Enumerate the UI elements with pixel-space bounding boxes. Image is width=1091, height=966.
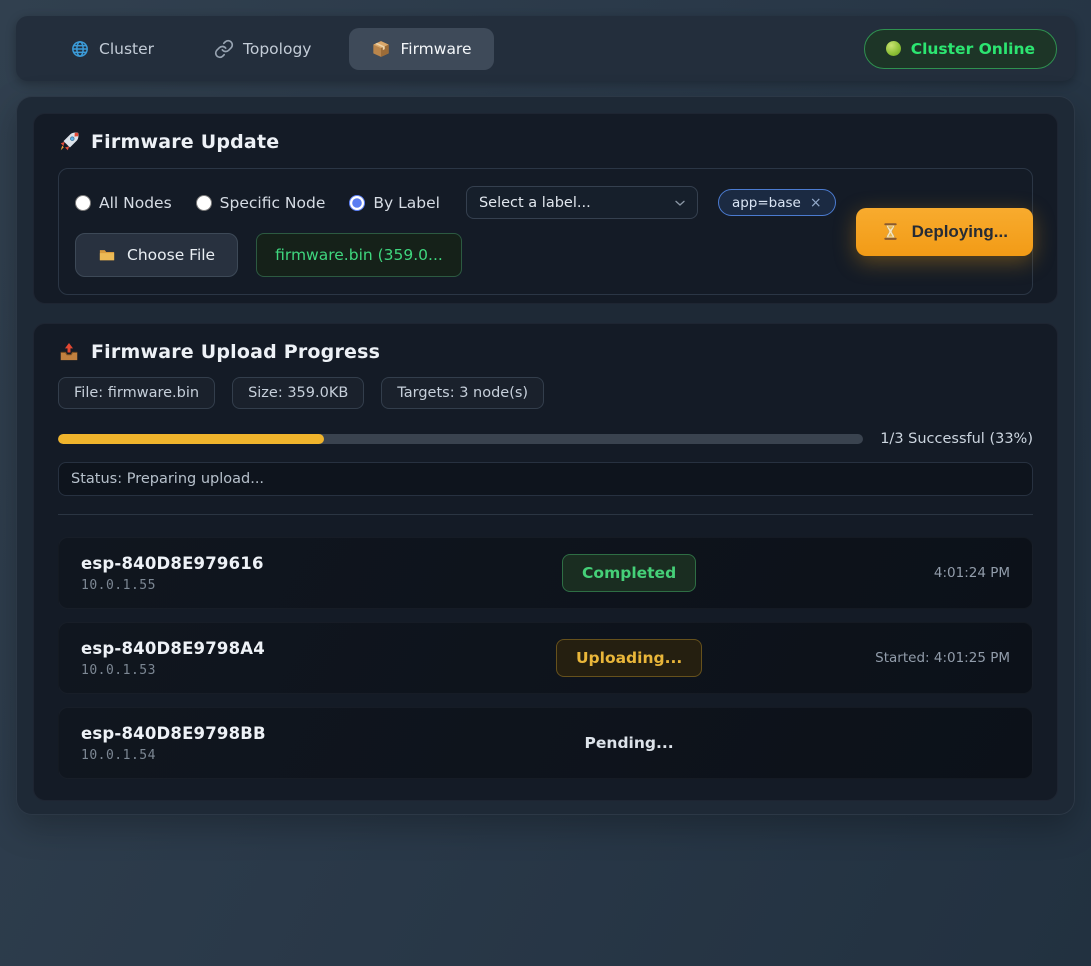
node-timestamp: Started: 4:01:25 PM	[806, 650, 1010, 666]
label-select[interactable]: Select a label...	[466, 186, 698, 219]
upload-status-box: Status: Preparing upload...	[58, 462, 1033, 496]
selected-file-button[interactable]: firmware.bin (359.0...	[256, 233, 462, 277]
node-name: esp-840D8E979616	[81, 554, 453, 573]
card-title-text: Firmware Update	[91, 131, 279, 153]
deploy-form: All Nodes Specific Node By Label Select …	[58, 168, 1033, 295]
node-status-cell: Pending...	[453, 725, 806, 761]
package-icon	[371, 39, 391, 59]
deploy-button[interactable]: Deploying...	[856, 208, 1033, 256]
status-badge-completed: Completed	[562, 554, 696, 592]
radio-specific-node[interactable]: Specific Node	[196, 194, 326, 212]
radio-specific-node-input[interactable]	[196, 195, 212, 211]
chevron-down-icon	[672, 195, 688, 211]
nav-item-topology[interactable]: Topology	[192, 28, 333, 70]
radio-by-label-input[interactable]	[349, 195, 365, 211]
radio-label-text: Specific Node	[220, 194, 326, 212]
nav-item-label: Topology	[243, 40, 311, 58]
globe-icon	[70, 39, 90, 59]
radio-all-nodes-input[interactable]	[75, 195, 91, 211]
radio-label-text: By Label	[373, 194, 440, 212]
file-row: Choose File firmware.bin (359.0...	[75, 233, 836, 277]
label-select-value: Select a label...	[479, 195, 591, 211]
choose-file-button[interactable]: Choose File	[75, 233, 238, 277]
progress-label: 1/3 Successful (33%)	[880, 431, 1033, 447]
chip-remove-icon[interactable]: ×	[810, 195, 822, 211]
link-icon	[214, 39, 234, 59]
nav-item-firmware[interactable]: Firmware	[349, 28, 493, 70]
rocket-icon	[58, 131, 80, 153]
deploy-button-label: Deploying...	[912, 222, 1008, 242]
progress-bar-fill	[58, 434, 324, 444]
node-ip: 10.0.1.53	[81, 663, 453, 678]
node-identity: esp-840D8E9798A4 10.0.1.53	[81, 639, 453, 678]
node-timestamp: 4:01:24 PM	[806, 565, 1010, 581]
progress-bar	[58, 434, 863, 444]
node-row: esp-840D8E9798A4 10.0.1.53 Uploading... …	[58, 622, 1033, 694]
firmware-update-card: Firmware Update All Nodes Specific Node …	[33, 113, 1058, 304]
targets-badge: Targets: 3 node(s)	[381, 377, 544, 409]
node-row: esp-840D8E979616 10.0.1.55 Completed 4:0…	[58, 537, 1033, 609]
nav-item-label: Cluster	[99, 40, 154, 58]
node-name: esp-840D8E9798A4	[81, 639, 453, 658]
selected-file-label: firmware.bin (359.0...	[275, 246, 443, 264]
label-chip: app=base ×	[718, 189, 836, 216]
green-circle-icon	[886, 41, 901, 56]
upload-info-badges: File: firmware.bin Size: 359.0KB Targets…	[58, 377, 1033, 409]
node-list: esp-840D8E979616 10.0.1.55 Completed 4:0…	[58, 514, 1033, 779]
hourglass-icon	[881, 222, 900, 241]
status-badge-uploading: Uploading...	[556, 639, 702, 677]
radio-label-text: All Nodes	[99, 194, 172, 212]
node-identity: esp-840D8E9798BB 10.0.1.54	[81, 724, 453, 763]
upload-tray-icon	[58, 341, 80, 363]
cluster-status-label: Cluster Online	[911, 40, 1035, 58]
nav-item-cluster[interactable]: Cluster	[48, 28, 176, 70]
file-size-badge: Size: 359.0KB	[232, 377, 364, 409]
node-status-cell: Uploading...	[453, 639, 806, 677]
progress-row: 1/3 Successful (33%)	[58, 431, 1033, 447]
navbar: Cluster Topology Firmware Cluster Online	[16, 16, 1075, 81]
node-row: esp-840D8E9798BB 10.0.1.54 Pending...	[58, 707, 1033, 779]
node-status-cell: Completed	[453, 554, 806, 592]
firmware-update-title: Firmware Update	[58, 131, 1033, 153]
file-name-badge: File: firmware.bin	[58, 377, 215, 409]
nav-item-label: Firmware	[400, 40, 471, 58]
target-mode-row: All Nodes Specific Node By Label Select …	[75, 186, 836, 219]
folder-icon	[98, 246, 116, 264]
deploy-form-fields: All Nodes Specific Node By Label Select …	[75, 186, 836, 277]
status-badge-pending: Pending...	[566, 725, 693, 761]
radio-all-nodes[interactable]: All Nodes	[75, 194, 172, 212]
upload-progress-card: Firmware Upload Progress File: firmware.…	[33, 323, 1058, 801]
node-name: esp-840D8E9798BB	[81, 724, 453, 743]
node-ip: 10.0.1.54	[81, 748, 453, 763]
label-chip-text: app=base	[732, 195, 801, 211]
choose-file-label: Choose File	[127, 246, 215, 264]
card-title-text: Firmware Upload Progress	[91, 341, 380, 363]
upload-progress-title: Firmware Upload Progress	[58, 341, 1033, 363]
main-container: Firmware Update All Nodes Specific Node …	[16, 96, 1075, 815]
radio-by-label[interactable]: By Label	[349, 194, 440, 212]
cluster-status-badge: Cluster Online	[864, 29, 1057, 69]
node-identity: esp-840D8E979616 10.0.1.55	[81, 554, 453, 593]
node-ip: 10.0.1.55	[81, 578, 453, 593]
